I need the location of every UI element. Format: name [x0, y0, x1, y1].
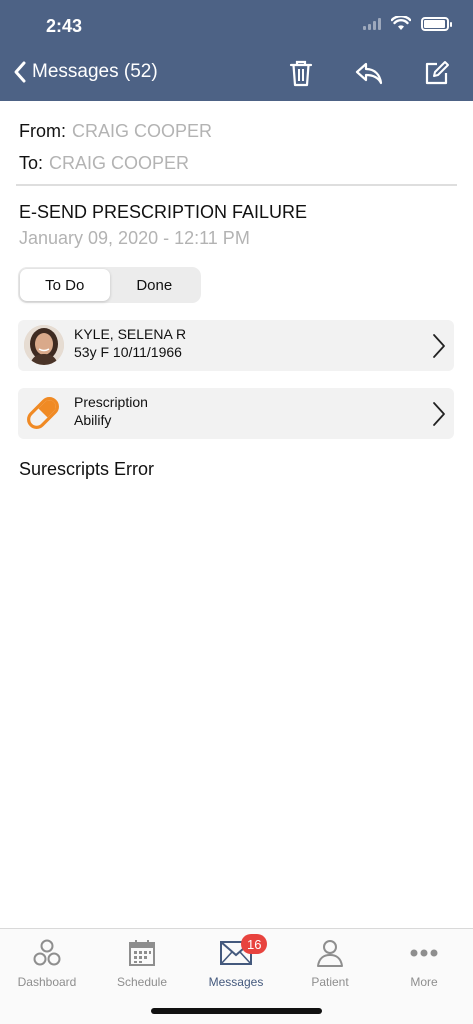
calendar-icon — [129, 940, 155, 966]
prescription-drug: Abilify — [74, 412, 112, 428]
to-value: CRAIG COOPER — [49, 153, 190, 173]
nav-actions — [287, 58, 451, 88]
tab-label: More — [410, 975, 438, 989]
cellular-signal-icon — [363, 17, 381, 30]
message-body: Surescripts Error — [19, 459, 155, 479]
navigation-bar: 2:43 Messages (52) — [0, 0, 473, 101]
from-row: From: CRAIG COOPER — [19, 121, 212, 142]
reply-button[interactable] — [355, 58, 383, 88]
tab-messages[interactable]: 16 Messages — [189, 934, 283, 989]
chevron-right-icon — [433, 334, 445, 358]
tab-label: Dashboard — [17, 975, 77, 989]
from-value: CRAIG COOPER — [72, 121, 213, 141]
patient-details: 53y F 10/11/1966 — [74, 344, 182, 360]
status-icons — [363, 16, 452, 31]
compose-button[interactable] — [423, 58, 451, 88]
status-time: 2:43 — [46, 16, 83, 36]
todo-segment[interactable]: To Do — [20, 269, 110, 301]
trash-icon — [289, 60, 313, 87]
done-segment[interactable]: Done — [110, 269, 200, 301]
compose-icon — [425, 61, 449, 85]
back-button[interactable]: Messages (52) — [12, 60, 158, 84]
back-button-label: Messages (52) — [32, 61, 158, 82]
delete-button[interactable] — [287, 58, 315, 88]
patient-avatar — [24, 325, 64, 365]
tab-schedule[interactable]: Schedule — [95, 935, 189, 989]
header-divider — [16, 184, 457, 186]
pill-icon — [27, 397, 59, 429]
tab-more[interactable]: More — [377, 935, 471, 989]
status-segmented-control: To Do Done — [18, 267, 201, 303]
home-indicator — [151, 1008, 322, 1014]
prescription-label: Prescription — [74, 394, 148, 410]
tab-label: Patient — [311, 975, 349, 989]
person-icon — [317, 940, 343, 967]
dashboard-icon — [33, 939, 61, 966]
prescription-card[interactable]: Prescription Abilify — [18, 388, 454, 439]
to-label: To: — [19, 153, 44, 173]
reply-icon — [355, 62, 383, 85]
tab-label: Messages — [208, 975, 264, 989]
wifi-icon — [391, 16, 411, 30]
tab-dashboard[interactable]: Dashboard — [0, 935, 94, 989]
tab-label: Schedule — [116, 975, 168, 989]
patient-card[interactable]: KYLE, SELENA R 53y F 10/11/1966 — [18, 320, 454, 371]
unread-badge: 16 — [241, 934, 268, 954]
more-icon — [410, 949, 438, 957]
from-label: From: — [19, 121, 66, 141]
message-subject: E-SEND PRESCRIPTION FAILURE — [19, 202, 308, 222]
battery-icon — [421, 16, 452, 31]
tab-patient[interactable]: Patient — [283, 935, 377, 989]
patient-name: KYLE, SELENA R — [74, 326, 187, 342]
chevron-right-icon — [433, 402, 445, 426]
to-row: To: CRAIG COOPER — [19, 153, 189, 174]
message-date: January 09, 2020 - 12:11 PM — [19, 228, 250, 248]
chevron-left-icon — [14, 61, 26, 83]
